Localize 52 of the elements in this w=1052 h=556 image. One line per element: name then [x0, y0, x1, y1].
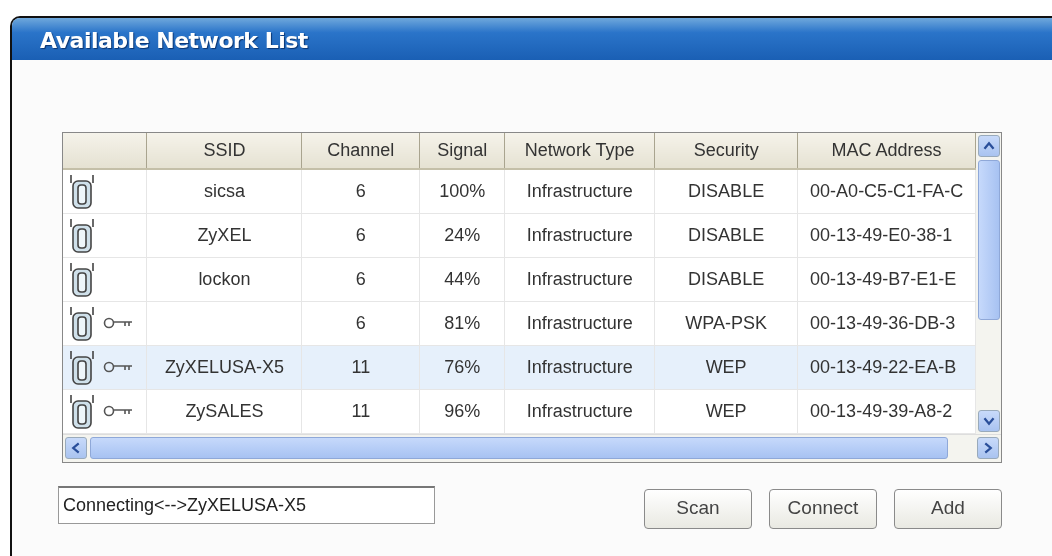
table-cell: 6 — [355, 180, 366, 201]
table-cell: 100% — [439, 180, 486, 201]
table-cell: 00-13-49-36-DB-3 — [810, 312, 956, 333]
table-cell: Infrastructure — [526, 312, 633, 333]
table-cell: 00-13-49-B7-E1-E — [810, 268, 957, 289]
table-cell: lockon — [198, 268, 251, 289]
table-cell: DISABLE — [688, 268, 765, 289]
action-button[interactable]: Scan — [644, 488, 752, 529]
action-button[interactable]: Add — [894, 488, 1002, 529]
table-cell: Infrastructure — [526, 268, 633, 289]
column-header[interactable]: Security — [654, 133, 798, 169]
table-cell: ZyXELUSA-X5 — [164, 356, 284, 377]
table-cell: WEP — [705, 356, 747, 377]
network-row[interactable]: ZySALES 11 96% Infrastructure WEP 00-13-49-39-A8-2 — [63, 389, 976, 433]
table-cell: Infrastructure — [526, 224, 633, 245]
table-cell: 11 — [351, 356, 371, 377]
window-title: Available Network List — [40, 28, 308, 53]
network-row[interactable]: ZyXEL 6 24% Infrastructure DISABLE 00-13-49-E0-38-1 — [63, 213, 976, 257]
table-cell: 6 — [355, 268, 366, 289]
table-cell: 00-13-49-39-A8-2 — [810, 400, 953, 421]
column-header[interactable]: Network Type — [504, 133, 655, 169]
network-row[interactable]: sicsa 6 100% Infrastructure DISABLE 00-A0-C5-C1-FA-C — [63, 169, 976, 213]
table-cell: WEP — [705, 400, 747, 421]
table-cell: 00-A0-C5-C1-FA-C — [810, 180, 964, 201]
network-row[interactable]: ZyXELUSA-X5 11 76% Infrastructure WEP 00-13-49-22-EA-B — [63, 345, 976, 389]
table-cell: 00-13-49-E0-38-1 — [810, 224, 953, 245]
table-cell: 11 — [351, 400, 371, 421]
table-cell: 96% — [444, 400, 481, 421]
column-header[interactable]: Signal — [419, 133, 505, 169]
table-cell: 76% — [444, 356, 481, 377]
table-cell: 81% — [444, 312, 481, 333]
column-header[interactable]: SSID — [146, 133, 302, 169]
table-cell: sicsa — [203, 180, 245, 201]
table-cell: Infrastructure — [526, 180, 633, 201]
column-header[interactable]: Channel — [301, 133, 420, 169]
table-cell: 00-13-49-22-EA-B — [810, 356, 957, 377]
table-cell: DISABLE — [688, 180, 765, 201]
table-cell: DISABLE — [688, 224, 765, 245]
status-field: Connecting<-->ZyXELUSA-X5 — [58, 485, 435, 524]
action-button[interactable]: Connect — [769, 488, 877, 529]
table-cell: 6 — [355, 312, 366, 333]
table-cell: WPA-PSK — [685, 312, 767, 333]
table-cell: ZyXEL — [197, 224, 252, 245]
network-row[interactable]: 6 81% Infrastructure WPA-PSK 00-13-49-36-DB-3 — [63, 301, 976, 345]
table-cell: Infrastructure — [526, 400, 633, 421]
network-row[interactable]: lockon 6 44% Infrastructure DISABLE 00-13-49-B7-E1-E — [63, 257, 976, 301]
table-cell: 44% — [444, 268, 481, 289]
table-cell: 6 — [355, 224, 366, 245]
table-cell: Infrastructure — [526, 356, 633, 377]
table-cell: 24% — [444, 224, 481, 245]
table-cell: ZySALES — [185, 400, 264, 421]
column-header[interactable]: MAC Address — [797, 133, 976, 169]
